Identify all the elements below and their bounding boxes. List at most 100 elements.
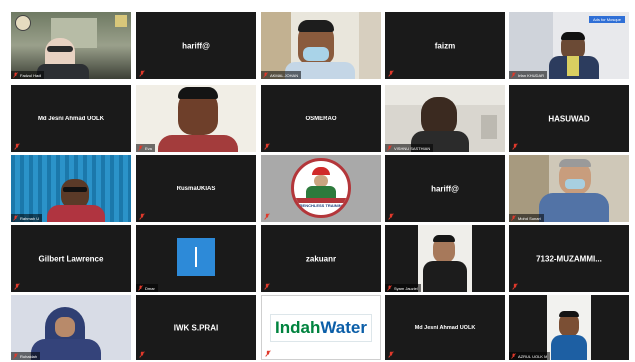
- participant-name-tag: Eva: [136, 144, 155, 152]
- participant-name: Syam Jauziel: [394, 285, 418, 291]
- participant-name: Gilbert Lawrence: [38, 254, 104, 263]
- microphone-muted-icon: [14, 143, 20, 150]
- participant-video: [509, 155, 629, 222]
- participant-tile[interactable]: Ads for Mosque Irfan KHUDAR: [509, 12, 629, 79]
- participant-name: zakuanr: [305, 254, 337, 263]
- participant-video: [11, 12, 131, 79]
- participant-name-tag: AZRUL UOLK M: [509, 352, 551, 360]
- participant-tile[interactable]: IndahWater: [261, 295, 381, 360]
- microphone-muted-icon: [138, 285, 143, 291]
- microphone-muted-icon: [511, 215, 516, 221]
- participant-name-tag: Syam Jauziel: [385, 284, 421, 292]
- avatar: [177, 238, 215, 276]
- participant-tile[interactable]: Md Jesni Ahmad UOLK: [11, 85, 131, 152]
- microphone-muted-icon: [139, 351, 145, 358]
- microphone-muted-icon: [13, 215, 18, 221]
- participant-name-tag: Fadzul Hadi: [11, 71, 45, 79]
- participant-name: hariff@: [182, 41, 210, 50]
- participant-tile[interactable]: Gilbert Lawrence: [11, 225, 131, 292]
- microphone-muted-icon: [264, 213, 270, 220]
- participant-name: Irfan KHUDAR: [518, 72, 545, 78]
- participant-name: faizm: [434, 41, 456, 50]
- participant-name: hariff@: [431, 184, 459, 193]
- participant-tile[interactable]: AKMAL JOHAN: [261, 12, 381, 79]
- participant-video: [385, 85, 505, 152]
- participant-name: Eva: [145, 145, 152, 151]
- participant-tile[interactable]: Eva: [136, 85, 256, 152]
- participant-name: IWK S.PRAI: [173, 323, 219, 332]
- microphone-muted-icon: [511, 72, 516, 78]
- participant-tile[interactable]: Md Jesni Ahmad UOLK: [385, 295, 505, 360]
- participant-tile[interactable]: Mohd Sunari: [509, 155, 629, 222]
- indah-water-logo: IndahWater: [270, 314, 372, 342]
- participant-tile[interactable]: hariff@: [385, 155, 505, 222]
- microphone-muted-icon: [139, 213, 145, 220]
- logo-text-water: Water: [320, 318, 367, 337]
- microphone-muted-icon: [264, 143, 270, 150]
- participant-tile[interactable]: Rahmah U: [11, 155, 131, 222]
- microphone-muted-icon: [511, 353, 516, 359]
- participant-tile[interactable]: Syam Jauziel: [385, 225, 505, 292]
- participant-name-tag: VISHNU SASTHIAN: [385, 144, 434, 152]
- participant-name: Ruhaidah: [20, 353, 38, 359]
- participant-tile[interactable]: TRENCHLESS TRAINING: [261, 155, 381, 222]
- microphone-muted-icon: [264, 283, 270, 290]
- microphone-muted-icon: [263, 72, 268, 78]
- participant-name: Md Jesni Ahmad UOLK: [37, 115, 105, 122]
- microphone-muted-icon: [388, 213, 394, 220]
- microphone-muted-icon: [14, 283, 20, 290]
- participant-name: Md Jesni Ahmad UOLK: [414, 324, 476, 331]
- participant-name-tag: AKMAL JOHAN: [261, 71, 302, 79]
- participant-tile[interactable]: IWK S.PRAI: [136, 295, 256, 360]
- microphone-muted-icon: [387, 285, 392, 291]
- participant-name: Fadzul Hadi: [20, 72, 42, 78]
- participant-name: Dmar: [145, 285, 155, 291]
- trenchless-training-logo: TRENCHLESS TRAINING: [291, 158, 351, 218]
- logo-text-indah: Indah: [275, 318, 321, 337]
- participant-tile[interactable]: Ruhaidah: [11, 295, 131, 360]
- participant-video: [385, 225, 505, 292]
- participant-tile[interactable]: HASUWAD: [509, 85, 629, 152]
- microphone-muted-icon: [388, 70, 394, 77]
- participant-name: 7132-MUZAMMI...: [536, 254, 602, 263]
- logo-text: TRENCHLESS TRAINING: [297, 203, 345, 208]
- participant-name: AKMAL JOHAN: [270, 72, 299, 78]
- participant-name: OSMERAO: [305, 115, 337, 122]
- participant-tile[interactable]: faizm: [385, 12, 505, 79]
- status-badge: Ads for Mosque: [588, 16, 625, 23]
- microphone-muted-icon: [13, 353, 18, 359]
- participant-video: [11, 295, 131, 360]
- microphone-muted-icon: [138, 145, 143, 151]
- participant-tile[interactable]: RusmaUKIAS: [136, 155, 256, 222]
- participant-name-tag: Rahmah U: [11, 214, 43, 222]
- participant-name-tag: Irfan KHUDAR: [509, 71, 548, 79]
- participant-name: AZRUL UOLK M: [518, 353, 548, 359]
- participant-name: HASUWAD: [548, 114, 590, 123]
- participant-tile[interactable]: VISHNU SASTHIAN: [385, 85, 505, 152]
- participant-name-tag: Mohd Sunari: [509, 214, 544, 222]
- participant-video: [261, 12, 381, 79]
- microphone-muted-icon: [139, 70, 145, 77]
- participant-tile-speaking[interactable]: Fadzul Hadi: [11, 12, 131, 79]
- participant-name-tag: Ruhaidah: [11, 352, 41, 360]
- participant-tile[interactable]: OSMERAO: [261, 85, 381, 152]
- participant-tile[interactable]: zakuanr: [261, 225, 381, 292]
- participant-tile[interactable]: Dmar: [136, 225, 256, 292]
- participant-tile[interactable]: 7132-MUZAMMI...: [509, 225, 629, 292]
- microphone-muted-icon: [265, 350, 271, 357]
- participant-tile[interactable]: AZRUL UOLK M: [509, 295, 629, 360]
- microphone-muted-icon: [512, 283, 518, 290]
- participant-name: Rahmah U: [20, 215, 40, 221]
- participant-name: RusmaUKIAS: [176, 185, 216, 192]
- video-gallery: Fadzul Hadi hariff@ AKMAL JOHAN faizm Ad…: [0, 0, 635, 362]
- participant-video: [11, 155, 131, 222]
- participant-name: VISHNU SASTHIAN: [394, 145, 431, 151]
- participant-name-tag: Dmar: [136, 284, 158, 292]
- participant-name: Mohd Sunari: [518, 215, 541, 221]
- microphone-muted-icon: [512, 143, 518, 150]
- participant-video: [136, 85, 256, 152]
- participant-tile[interactable]: hariff@: [136, 12, 256, 79]
- microphone-muted-icon: [387, 145, 392, 151]
- participant-video: [509, 295, 629, 360]
- microphone-muted-icon: [388, 351, 394, 358]
